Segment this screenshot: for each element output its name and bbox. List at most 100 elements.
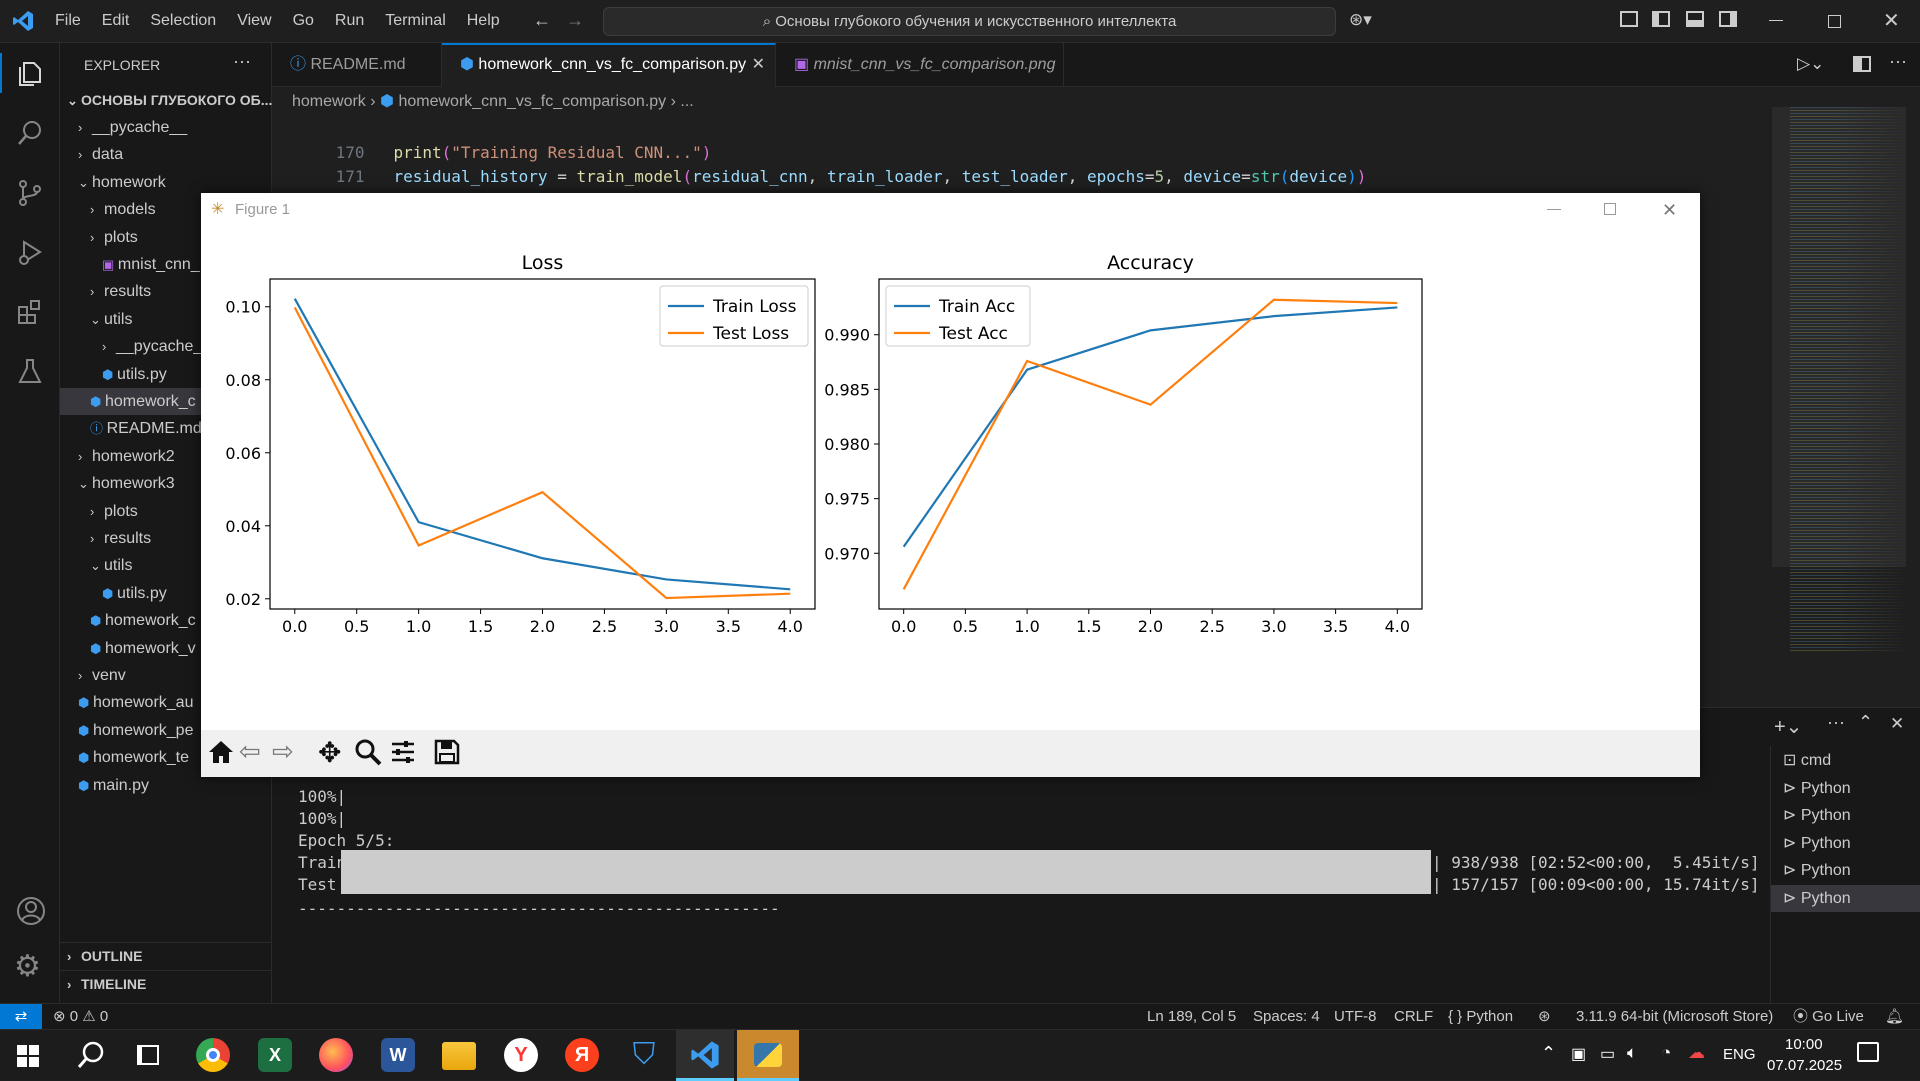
toggle-secondary-sidebar-icon[interactable] bbox=[1719, 11, 1737, 27]
forward-arrow-icon[interactable]: ⇨ bbox=[272, 736, 294, 767]
menu-help[interactable]: Help bbox=[467, 12, 500, 30]
figure-close-icon[interactable]: ✕ bbox=[1662, 193, 1677, 227]
close-tab-icon[interactable]: ✕ bbox=[752, 45, 765, 85]
pan-move-icon[interactable]: ✥ bbox=[318, 736, 341, 769]
terminal-session[interactable]: ⊳ Python bbox=[1771, 857, 1920, 884]
yandex-browser-icon[interactable]: Y bbox=[504, 1038, 538, 1072]
indentation-status[interactable]: Spaces: 4 bbox=[1253, 1004, 1320, 1029]
outline-section[interactable]: ›OUTLINE bbox=[60, 942, 272, 968]
menu-go[interactable]: Go bbox=[293, 12, 314, 30]
terminal-session[interactable]: ⊡ cmd bbox=[1771, 747, 1920, 774]
terminal-session[interactable]: ⊳ Python bbox=[1771, 775, 1920, 802]
encoding-status[interactable]: UTF-8 bbox=[1334, 1004, 1377, 1029]
tab-homework-cnn[interactable]: ⬢ homework_cnn_vs_fc_comparison.py ✕ bbox=[442, 43, 776, 87]
clock-date[interactable]: 07.07.2025 bbox=[1767, 1057, 1842, 1074]
save-figure-icon[interactable] bbox=[434, 739, 460, 769]
tray-app-icon[interactable]: ▣ bbox=[1571, 1044, 1586, 1064]
word-icon[interactable]: W bbox=[381, 1038, 415, 1072]
configure-subplots-icon[interactable] bbox=[390, 739, 416, 769]
vscode-taskbar-icon[interactable] bbox=[676, 1030, 734, 1081]
extensions-icon[interactable] bbox=[16, 298, 44, 330]
menu-run[interactable]: Run bbox=[335, 12, 364, 30]
tree-item[interactable]: ⌄homework bbox=[60, 169, 272, 196]
file-explorer-icon[interactable] bbox=[442, 1042, 476, 1070]
menu-edit[interactable]: Edit bbox=[102, 12, 130, 30]
notification-center-icon[interactable] bbox=[1857, 1042, 1879, 1062]
network-icon[interactable]: ◔ bbox=[1661, 1043, 1671, 1063]
breadcrumb-symbol[interactable]: ... bbox=[680, 93, 693, 110]
run-python-file-icon[interactable]: ▷⌄ bbox=[1797, 54, 1824, 74]
notifications-bell-icon[interactable]: 🔔︎ bbox=[1885, 1004, 1904, 1029]
tree-item[interactable]: ›__pycache__ bbox=[60, 114, 272, 141]
clock-time[interactable]: 10:00 bbox=[1785, 1036, 1823, 1053]
tree-item[interactable]: ›data bbox=[60, 141, 272, 168]
forward-arrow-icon[interactable]: → bbox=[566, 10, 584, 31]
manage-gear-icon[interactable]: ⚙ bbox=[14, 949, 41, 984]
matplotlib-figure-window[interactable]: ✳ Figure 1 ✕ Loss0.00.51.01.52.02.53.03.… bbox=[201, 193, 1700, 777]
python-taskbar-icon[interactable] bbox=[737, 1030, 799, 1081]
layout-customize-icon[interactable] bbox=[1620, 11, 1638, 27]
windows-start-icon[interactable] bbox=[17, 1045, 39, 1067]
python-interpreter[interactable]: 3.11.9 64-bit (Microsoft Store) bbox=[1576, 1004, 1773, 1029]
source-control-icon[interactable] bbox=[16, 179, 44, 211]
explorer-more-icon[interactable]: ··· bbox=[233, 51, 251, 72]
back-arrow-icon[interactable]: ⇦ bbox=[239, 736, 261, 767]
workspace-root[interactable]: ⌄ОСНОВЫ ГЛУБОКОГО ОБ... bbox=[60, 87, 272, 113]
home-icon[interactable] bbox=[207, 738, 235, 770]
copilot-status-icon[interactable]: ⊛ bbox=[1538, 1004, 1551, 1029]
terminal-session[interactable]: ⊳ Python bbox=[1771, 885, 1920, 912]
volume-icon[interactable]: 🔈︎ bbox=[1627, 1043, 1637, 1063]
back-arrow-icon[interactable]: ← bbox=[533, 10, 551, 31]
figure-maximize-icon[interactable] bbox=[1604, 203, 1616, 215]
maximize-panel-icon[interactable]: ⌃ bbox=[1858, 712, 1873, 733]
command-center-search[interactable]: ⌕ Основы глубокого обучения и искусствен… bbox=[603, 7, 1336, 36]
task-view-icon[interactable] bbox=[137, 1045, 159, 1065]
close-panel-icon[interactable]: ✕ bbox=[1890, 714, 1904, 734]
menu-file[interactable]: File bbox=[55, 12, 81, 30]
cursor-position[interactable]: Ln 189, Col 5 bbox=[1147, 1004, 1236, 1029]
minimap-slider[interactable] bbox=[1772, 107, 1906, 567]
minimize-window-icon[interactable] bbox=[1769, 20, 1783, 21]
go-live-button[interactable]: ⦿ Go Live bbox=[1793, 1004, 1864, 1029]
menu-view[interactable]: View bbox=[237, 12, 271, 30]
excel-icon[interactable]: X bbox=[258, 1038, 292, 1072]
problems-status[interactable]: ⊗ 0 ⚠ 0 bbox=[53, 1004, 108, 1029]
testing-flask-icon[interactable] bbox=[16, 357, 44, 389]
close-window-icon[interactable]: ✕ bbox=[1883, 8, 1900, 33]
language-mode[interactable]: { } Python bbox=[1448, 1004, 1513, 1029]
add-terminal-icon[interactable]: +⌄ bbox=[1774, 714, 1802, 739]
terminal-session[interactable]: ⊳ Python bbox=[1771, 830, 1920, 857]
input-language[interactable]: ENG bbox=[1723, 1046, 1756, 1063]
search-icon[interactable] bbox=[16, 119, 44, 151]
explorer-icon[interactable] bbox=[16, 60, 44, 92]
breadcrumb-folder[interactable]: homework bbox=[292, 93, 366, 110]
eol-status[interactable]: CRLF bbox=[1394, 1004, 1433, 1029]
maximize-window-icon[interactable] bbox=[1828, 15, 1841, 28]
cloud-sync-icon[interactable]: ☁ bbox=[1688, 1043, 1705, 1063]
tab-readme[interactable]: ⓘ README.md bbox=[272, 43, 442, 87]
defender-shield-icon[interactable]: ⛉ bbox=[627, 1038, 661, 1072]
tab-mnist-png[interactable]: ▣ mnist_cnn_vs_fc_comparison.png bbox=[776, 43, 1064, 87]
terminal-more-icon[interactable]: ··· bbox=[1827, 712, 1845, 733]
remote-indicator[interactable]: ⇄ bbox=[0, 1004, 42, 1029]
toggle-primary-sidebar-icon[interactable] bbox=[1652, 11, 1670, 27]
zoom-magnifier-icon[interactable] bbox=[354, 738, 382, 770]
copilot-icon[interactable]: ⊛▾ bbox=[1349, 10, 1372, 30]
menu-terminal[interactable]: Terminal bbox=[385, 12, 445, 30]
toggle-panel-icon[interactable] bbox=[1686, 11, 1704, 27]
firefox-icon[interactable] bbox=[319, 1038, 353, 1072]
menu-selection[interactable]: Selection bbox=[150, 12, 216, 30]
breadcrumb-file[interactable]: homework_cnn_vs_fc_comparison.py bbox=[398, 93, 666, 110]
figure-minimize-icon[interactable] bbox=[1547, 209, 1561, 210]
editor-more-icon[interactable]: ··· bbox=[1889, 51, 1907, 72]
accounts-icon[interactable] bbox=[16, 896, 46, 930]
run-debug-icon[interactable] bbox=[16, 238, 44, 270]
chrome-icon[interactable] bbox=[196, 1038, 230, 1072]
yandex-icon[interactable]: Я bbox=[565, 1038, 599, 1072]
y-tick-label: 0.02 bbox=[225, 590, 261, 609]
split-editor-icon[interactable] bbox=[1853, 56, 1871, 72]
taskbar-search-icon[interactable] bbox=[76, 1040, 106, 1074]
show-hidden-icons-icon[interactable]: ⌃ bbox=[1541, 1043, 1556, 1064]
timeline-section[interactable]: ›TIMELINE bbox=[60, 970, 272, 996]
terminal-session[interactable]: ⊳ Python bbox=[1771, 802, 1920, 829]
